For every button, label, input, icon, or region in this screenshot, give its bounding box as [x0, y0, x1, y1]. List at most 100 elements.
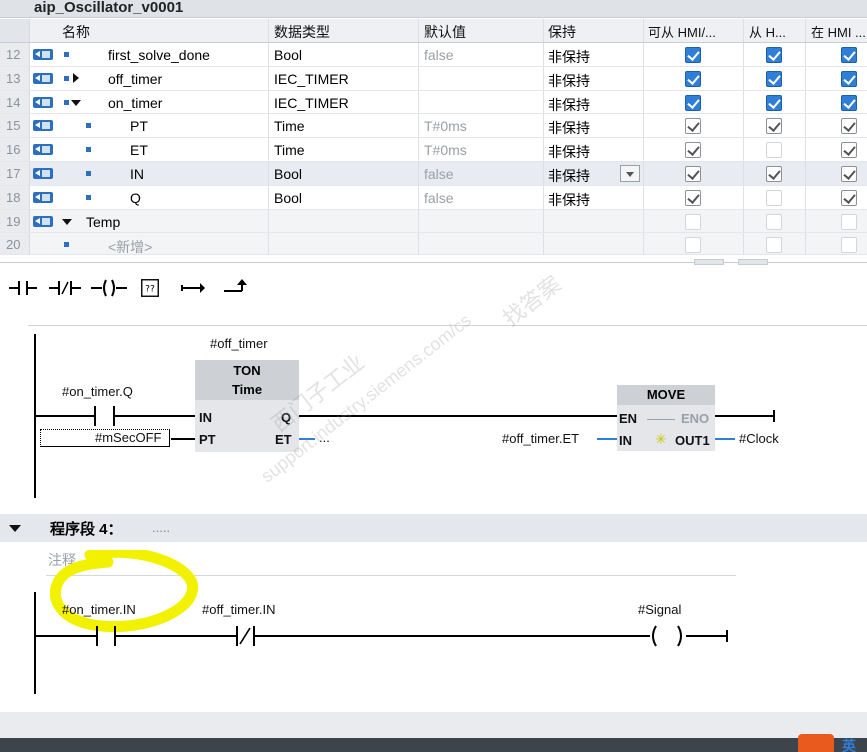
splitter-up-button[interactable]	[694, 259, 724, 265]
hmi-access-checkbox[interactable]	[685, 94, 701, 111]
hmi-access-checkbox[interactable]	[685, 142, 701, 159]
coil-tag[interactable]: #Signal	[638, 602, 681, 617]
hmi-access-checkbox[interactable]	[685, 118, 701, 135]
table-row[interactable]: 15 PT Time T#0ms 非保持	[0, 114, 867, 139]
col-default-header[interactable]: 默认值	[424, 22, 466, 42]
ton-block[interactable]: TON Time IN Q PT ET	[195, 360, 299, 452]
table-row[interactable]: 14 on_timer IEC_TIMER 非保持	[0, 90, 867, 115]
var-name[interactable]: first_solve_done	[108, 47, 210, 63]
var-name[interactable]: PT	[130, 118, 148, 134]
in-hmi-checkbox[interactable]	[841, 94, 857, 111]
table-row[interactable]: 18 Q Bool false 非保持	[0, 185, 867, 210]
contact2-tag[interactable]: #off_timer.IN	[202, 602, 275, 617]
var-dtype[interactable]: Bool	[274, 166, 302, 182]
var-name[interactable]: on_timer	[108, 95, 162, 111]
from-hmi-checkbox[interactable]	[766, 94, 782, 111]
hmi-access-checkbox[interactable]	[685, 47, 701, 63]
collapse-arrow-icon[interactable]	[71, 99, 81, 106]
var-name[interactable]: off_timer	[108, 71, 162, 87]
var-dtype[interactable]: IEC_TIMER	[274, 71, 349, 87]
var-retain[interactable]: 非保持	[548, 118, 590, 138]
var-retain[interactable]: 非保持	[548, 142, 590, 162]
hmi-access-checkbox[interactable]	[685, 237, 701, 254]
no-contact-icon[interactable]	[8, 277, 38, 299]
col-retain-header[interactable]: 保持	[548, 22, 576, 42]
var-dtype[interactable]: Time	[274, 118, 305, 134]
output-coil[interactable]	[648, 624, 690, 648]
collapse-arrow-icon[interactable]	[62, 218, 72, 225]
var-dtype[interactable]: IEC_TIMER	[274, 95, 349, 111]
ime-mode-indicator[interactable]: 英	[842, 736, 856, 752]
var-name[interactable]: IN	[130, 166, 144, 182]
var-default[interactable]: false	[424, 190, 454, 206]
col-in-hmi-header[interactable]: 在 HMI ...	[811, 22, 866, 41]
var-retain[interactable]: 非保持	[548, 190, 590, 210]
coil-icon[interactable]	[90, 277, 128, 299]
in-hmi-checkbox[interactable]	[841, 213, 857, 230]
in-hmi-checkbox[interactable]	[841, 142, 857, 159]
var-default[interactable]: T#0ms	[424, 142, 467, 158]
var-dtype[interactable]: Time	[274, 142, 305, 158]
retain-dropdown-button[interactable]	[620, 164, 640, 182]
ton-instance-tag[interactable]: #off_timer	[210, 336, 268, 351]
hmi-access-checkbox[interactable]	[685, 165, 701, 182]
table-row[interactable]: 16 ET Time T#0ms 非保持	[0, 138, 867, 162]
var-retain[interactable]: 非保持	[548, 47, 590, 67]
var-name[interactable]: ET	[130, 142, 148, 158]
open-branch-icon[interactable]	[180, 277, 206, 299]
in-hmi-checkbox[interactable]	[841, 70, 857, 87]
contact1-tag[interactable]: #on_timer.IN	[62, 602, 136, 617]
table-row[interactable]: 12 first_solve_done Bool false 非保持	[0, 43, 867, 67]
from-hmi-checkbox[interactable]	[766, 189, 782, 206]
from-hmi-checkbox[interactable]	[766, 165, 782, 182]
empty-box-icon[interactable]: ??	[138, 277, 162, 299]
et-output-tag[interactable]: ...	[319, 430, 330, 445]
hmi-access-checkbox[interactable]	[685, 213, 701, 230]
var-retain[interactable]: 非保持	[548, 71, 590, 91]
move-out-tag[interactable]: #Clock	[739, 431, 779, 446]
ime-logo-icon[interactable]	[798, 734, 834, 752]
add-new-entry[interactable]: <新增>	[108, 237, 152, 257]
network-4-title[interactable]: 程序段 4：	[50, 518, 123, 539]
table-row-selected[interactable]: 17 IN Bool false 非保持	[0, 161, 867, 186]
collapse-arrow-icon[interactable]	[9, 525, 21, 532]
in-hmi-checkbox[interactable]	[841, 47, 857, 63]
from-hmi-checkbox[interactable]	[766, 47, 782, 63]
table-row[interactable]: 13 off_timer IEC_TIMER 非保持	[0, 66, 867, 91]
network-4-header[interactable]: 程序段 4： .....	[0, 514, 867, 542]
expand-arrow-icon[interactable]	[73, 72, 79, 83]
section-name[interactable]: Temp	[86, 214, 120, 230]
var-retain[interactable]: 非保持	[548, 95, 590, 115]
pt-input-field[interactable]: #mSecOFF	[40, 429, 170, 447]
from-hmi-checkbox[interactable]	[766, 142, 782, 159]
col-name-header[interactable]: 名称	[62, 22, 90, 42]
in-hmi-checkbox[interactable]	[841, 237, 857, 254]
table-row[interactable]: 19 Temp	[0, 209, 867, 234]
from-hmi-checkbox[interactable]	[766, 118, 782, 135]
var-default[interactable]: false	[424, 47, 454, 63]
move-in-tag[interactable]: #off_timer.ET	[502, 431, 579, 446]
var-dtype[interactable]: Bool	[274, 47, 302, 63]
network-4-title-placeholder[interactable]: .....	[152, 520, 170, 535]
in-hmi-checkbox[interactable]	[841, 118, 857, 135]
from-hmi-checkbox[interactable]	[766, 237, 782, 254]
var-default[interactable]: T#0ms	[424, 118, 467, 134]
col-from-hmi-header[interactable]: 从 H...	[749, 22, 786, 41]
var-name[interactable]: Q	[130, 190, 141, 206]
col-hmi-access-header[interactable]: 可从 HMI/...	[648, 22, 716, 41]
col-dtype-header[interactable]: 数据类型	[274, 22, 330, 42]
splitter-down-button[interactable]	[738, 259, 768, 265]
from-hmi-checkbox[interactable]	[766, 213, 782, 230]
var-dtype[interactable]: Bool	[274, 190, 302, 206]
in-hmi-checkbox[interactable]	[841, 189, 857, 206]
var-default[interactable]: false	[424, 166, 454, 182]
nc-contact-icon[interactable]	[48, 277, 82, 299]
from-hmi-checkbox[interactable]	[766, 70, 782, 87]
in-hmi-checkbox[interactable]	[841, 165, 857, 182]
close-branch-icon[interactable]	[222, 277, 248, 299]
contact-tag[interactable]: #on_timer.Q	[62, 384, 133, 399]
table-row-add-new[interactable]: 20 <新增>	[0, 233, 867, 257]
move-block[interactable]: MOVE EN ENO IN ✳ OUT1	[617, 385, 715, 451]
hmi-access-checkbox[interactable]	[685, 189, 701, 206]
hmi-access-checkbox[interactable]	[685, 70, 701, 87]
